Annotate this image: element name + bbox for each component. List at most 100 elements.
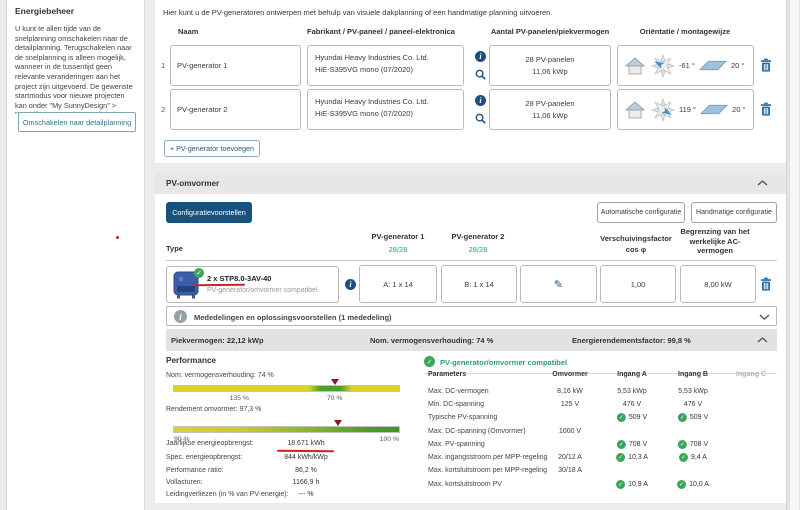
info-icon[interactable]: i — [475, 95, 486, 106]
stat-value-line-losses: --- % — [298, 491, 314, 498]
orientation-cell[interactable]: 119 ° 20 ° — [617, 89, 754, 130]
param-header-input-c: Ingang C — [736, 371, 766, 378]
chevron-down-icon[interactable] — [759, 314, 770, 320]
gauge1-marker — [330, 379, 339, 385]
param-label: Max. DC-vermogen — [428, 388, 489, 395]
check-icon: ✓ — [679, 453, 689, 462]
tilt-value: 20 ° — [732, 105, 746, 114]
gen1-assignment-ratio[interactable]: 28/28 — [372, 245, 425, 254]
gen2-header-label: PV-generator 2 — [451, 232, 505, 241]
magnifier-icon[interactable] — [475, 113, 486, 124]
check-icon: ✓ — [616, 453, 626, 462]
table-row-generator-1: 1 Hyundai Heavy Industries Co. Ltd. HiE-… — [155, 45, 786, 86]
intro-text: Hier kunt u de PV-generatoren ontwerpen … — [163, 8, 553, 17]
param-label: Max. PV-spanning — [428, 441, 485, 448]
stat-value-specific-yield: 844 kWh/kWp — [284, 454, 328, 461]
pv-inverter-card: PV-omvormer Configuratievoorstellen Auto… — [155, 172, 786, 503]
panel-count-cell[interactable]: 28 PV-panelen 11,06 kWp — [489, 45, 611, 86]
input-a-cell[interactable]: A: 1 x 14 — [359, 265, 437, 303]
param-header-inverter: Omvormer — [552, 371, 588, 378]
param-input-b-value: 708 V — [689, 441, 709, 448]
add-generator-button[interactable]: + PV-generator toevoegen — [164, 140, 260, 157]
param-header-input-a: Ingang A — [617, 371, 647, 378]
tilted-panel-icon — [698, 59, 727, 72]
module-manufacturer: Hyundai Heavy Industries Co. Ltd. — [315, 53, 429, 62]
param-input-a-value: 10,3 A — [628, 454, 648, 461]
magnifier-icon[interactable] — [475, 69, 486, 80]
azimuth-value: -61 ° — [679, 61, 695, 70]
gauge2-marker — [333, 420, 342, 426]
stat-value-full-load-hours: 1166,9 h — [292, 479, 320, 486]
table-row-generator-2: 2 Hyundai Heavy Industries Co. Ltd. HiE-… — [155, 89, 786, 130]
stat-value-performance-ratio: 86,2 % — [295, 467, 317, 474]
automatic-configuration-button[interactable]: Automatische configuratie — [597, 202, 685, 223]
row-index: 1 — [161, 61, 166, 70]
panel-count: 28 PV-panelen — [525, 99, 575, 108]
gen2-assignment-ratio[interactable]: 28/28 — [452, 245, 505, 254]
param-inverter-value: 1000 V — [558, 428, 582, 435]
inverter-info-icon[interactable]: i — [345, 279, 356, 290]
column-header-name: Naam — [178, 27, 199, 36]
scrollbar-track[interactable] — [790, 0, 799, 510]
delete-inverter-icon[interactable] — [760, 277, 772, 291]
param-input-b-value: 509 V — [689, 414, 709, 421]
cos-phi-cell[interactable]: 1,00 — [600, 265, 676, 303]
param-inverter-value: 8,16 kW — [557, 388, 583, 395]
compatible-check-badge: ✓ — [194, 268, 204, 278]
delete-generator-icon[interactable] — [760, 102, 772, 116]
compass-icon — [651, 53, 675, 78]
sidebar-description: U kunt te allen tijde van de snelplannin… — [15, 24, 133, 119]
edit-assignment-cell[interactable]: ✎ — [520, 265, 597, 303]
input-b-cell[interactable]: B: 1 x 14 — [441, 265, 517, 303]
summary-bar[interactable]: Piekvermogen: 22,12 kWp Nom. vermogensve… — [166, 329, 777, 351]
peak-power: 11,06 kWp — [532, 111, 568, 120]
inverter-type-cell[interactable]: ✓ 2 x STP8.0-3AV-40 PV-generator/omvorme… — [166, 266, 339, 303]
info-icon[interactable]: i — [475, 51, 486, 62]
stat-label-performance-ratio: Performance ratio: — [166, 467, 224, 474]
generator-name-input[interactable] — [170, 45, 301, 86]
peak-power: 11,06 kWp — [532, 67, 568, 76]
annotation-underline-yield — [276, 449, 335, 453]
stat-label-full-load-hours: Vollasturen: — [166, 479, 203, 486]
param-inverter-value: 20/12 A — [558, 454, 582, 461]
row-index: 2 — [161, 105, 166, 114]
manual-configuration-button[interactable]: Handmatige configuratie — [691, 202, 777, 223]
panel-count-cell[interactable]: 28 PV-panelen 11,06 kWp — [489, 89, 611, 130]
check-icon: ✓ — [677, 440, 687, 449]
param-input-a-cell: ✓ 10,9 A — [616, 480, 648, 489]
delete-generator-icon[interactable] — [760, 58, 772, 72]
ac-limit-cell[interactable]: 8,00 kW — [680, 265, 756, 303]
generator-module-cell[interactable]: Hyundai Heavy Industries Co. Ltd. HiE-S3… — [307, 45, 464, 86]
chevron-up-icon[interactable] — [757, 337, 768, 343]
summary-energy-factor: Energierendementsfactor: 99,8 % — [572, 336, 691, 345]
azimuth-value: 119 ° — [679, 105, 697, 114]
gauge1-label: Nom. vermogensverhouding: 74 % — [166, 372, 274, 379]
messages-accordion[interactable]: i Mededelingen en oplossingsvoorstellen … — [166, 306, 777, 326]
check-icon: ✓ — [616, 440, 626, 449]
check-icon: ✓ — [677, 413, 687, 422]
compatibility-status-text: PV-generator/omvormer compatibel — [440, 358, 568, 367]
module-model: HiE-S395VG mono (07/2020) — [315, 109, 413, 118]
header-divider — [166, 260, 777, 261]
performance-title: Performance — [166, 356, 217, 365]
param-input-a-value: 509 V — [628, 414, 648, 421]
message-info-icon: i — [174, 310, 187, 323]
summary-nominal-ratio: Nom. vermogensverhouding: 74 % — [370, 336, 494, 345]
chevron-up-icon[interactable] — [757, 180, 768, 186]
generator-module-cell[interactable]: Hyundai Heavy Industries Co. Ltd. HiE-S3… — [307, 89, 464, 130]
orientation-cell[interactable]: -61 ° 20 ° — [617, 45, 754, 86]
generator-name-input[interactable] — [170, 89, 301, 130]
summary-peak-power: Piekvermogen: 22,12 kWp — [171, 336, 264, 345]
param-input-a-value: 10,9 A — [628, 481, 648, 488]
inverter-type-status: PV-generator/omvormer compatibel — [207, 287, 318, 294]
annotation-red-dot — [116, 236, 119, 239]
configuration-proposals-button[interactable]: Configuratievoorstellen — [166, 202, 252, 223]
param-label: Typische PV-spanning — [428, 414, 498, 421]
tilt-value: 20 ° — [730, 61, 745, 70]
switch-to-detail-planning-button[interactable]: Omschakelen naar detailplanning — [18, 112, 136, 132]
param-label: Max. kortsluitstroom PV — [428, 481, 502, 488]
check-icon: ✓ — [616, 413, 626, 422]
inverter-type-name: 2 x STP8.0-3AV-40 — [207, 274, 272, 283]
param-header-input-b: Ingang B — [678, 371, 708, 378]
inverter-section-header[interactable]: PV-omvormer — [155, 172, 786, 194]
